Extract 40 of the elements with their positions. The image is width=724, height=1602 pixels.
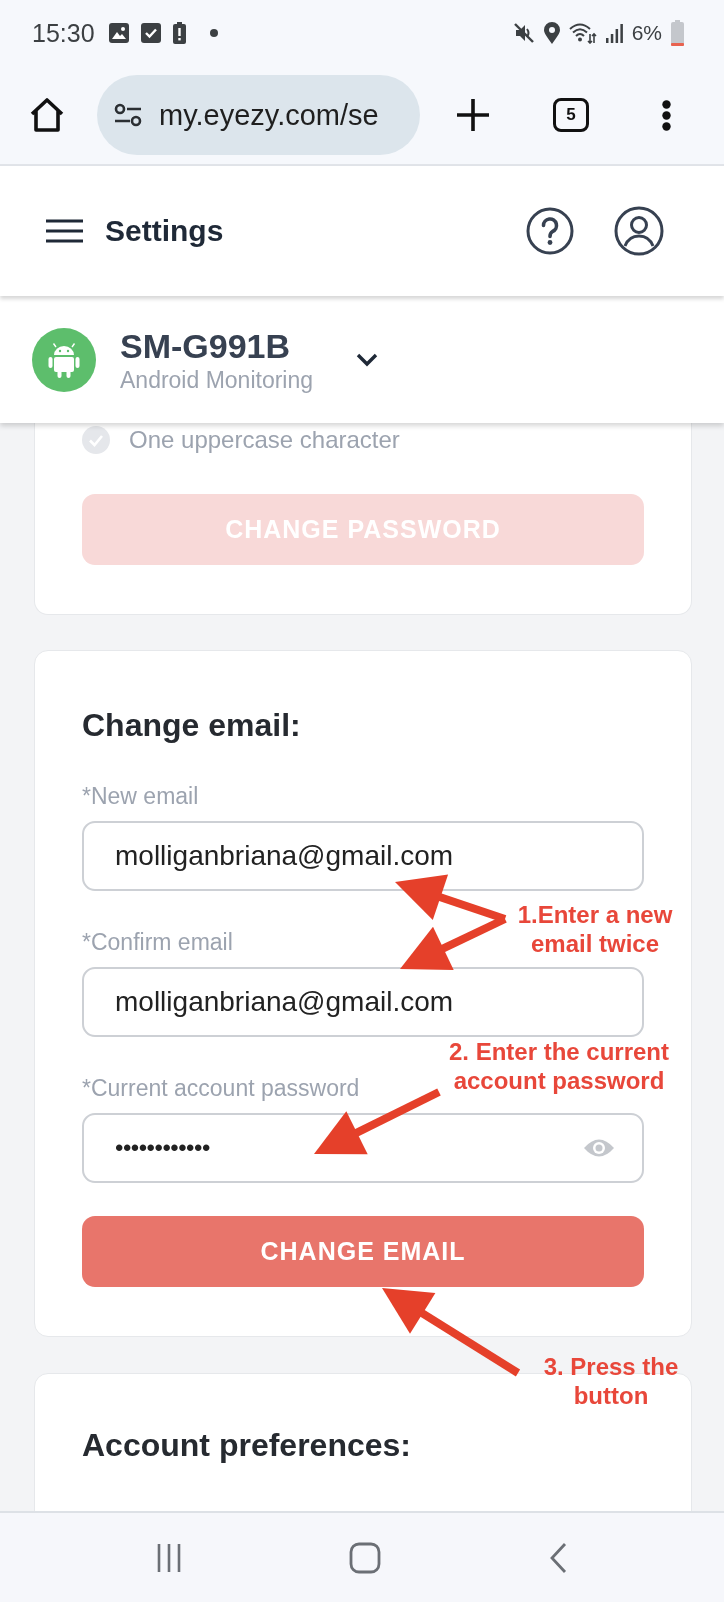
email-field[interactable]: molliganbriana@gmail.com — [82, 821, 644, 891]
field-label: *New email — [82, 782, 199, 810]
callout-text: 3. Press the button — [542, 1352, 680, 1410]
mute-icon — [512, 22, 535, 44]
more-menu-icon[interactable] — [662, 99, 671, 131]
back-icon[interactable] — [549, 1541, 567, 1574]
field-label: *Current account password — [82, 1074, 360, 1102]
field-label: *Confirm email — [82, 928, 233, 956]
location-pin-icon — [543, 22, 560, 44]
plus-icon[interactable] — [456, 98, 490, 132]
menu-icon[interactable] — [46, 219, 83, 243]
home-icon[interactable] — [28, 97, 66, 133]
help-icon[interactable] — [526, 207, 574, 255]
wifi-icon — [568, 22, 597, 44]
battery-percent: 6% — [631, 21, 662, 45]
url-text: my.eyezy.com/se — [159, 98, 379, 132]
email-field[interactable]: molliganbriana@gmail.com — [82, 967, 644, 1037]
page-title: Settings — [105, 214, 224, 248]
address-bar[interactable]: my.eyezy.com/se — [97, 75, 420, 155]
battery-icon — [671, 20, 684, 46]
notification-dot-icon — [209, 29, 218, 37]
section-title: Account preferences: — [82, 1426, 411, 1464]
image-icon — [108, 23, 129, 43]
android-icon — [32, 327, 96, 392]
tab-switcher-button[interactable]: 5 — [553, 98, 589, 132]
profile-icon[interactable] — [614, 206, 664, 256]
requirement-text: One uppercase character — [129, 426, 400, 454]
battery-alert-icon — [172, 22, 186, 44]
device-subtitle: Android Monitoring — [120, 365, 314, 394]
tune-icon[interactable] — [113, 103, 143, 127]
home-button-icon[interactable] — [349, 1541, 381, 1574]
checkbox-icon — [140, 23, 161, 43]
section-title: Change email: — [82, 706, 301, 744]
device-name: SM-G991B — [120, 325, 291, 366]
signal-icon — [605, 23, 623, 43]
clock-time: 15:30 — [32, 18, 95, 48]
callout-text: 1.Enter a new email twice — [516, 900, 674, 958]
chevron-down-icon[interactable] — [356, 352, 378, 367]
callout-text: 2. Enter the current account password — [447, 1037, 671, 1095]
recent-apps-icon[interactable] — [157, 1542, 181, 1573]
